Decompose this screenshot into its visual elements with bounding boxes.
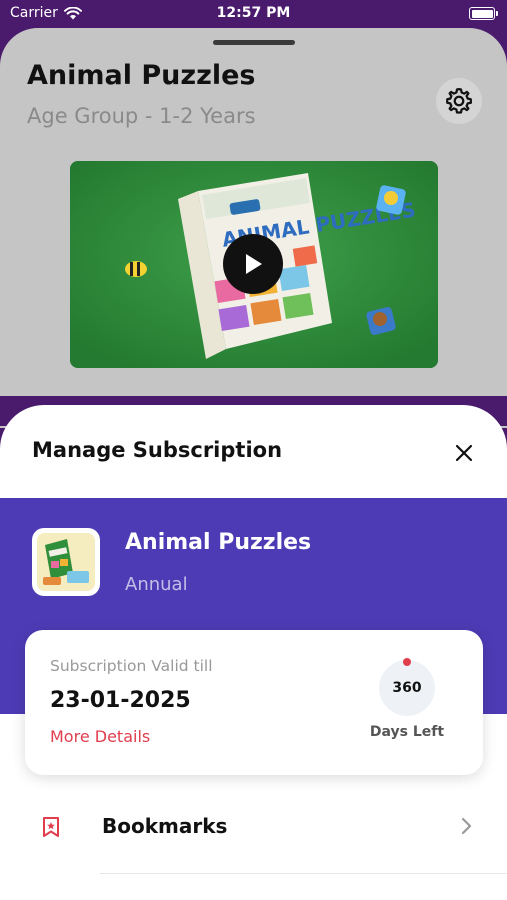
play-icon (246, 254, 262, 274)
subscription-validity-card: Subscription Valid till 23-01-2025 More … (25, 630, 483, 775)
close-icon (455, 444, 473, 462)
battery-icon (469, 7, 498, 20)
days-left-value: 360 (392, 680, 422, 696)
plan-name: Animal Puzzles (125, 530, 312, 555)
bookmark-icon (43, 817, 59, 837)
validity-date: 23-01-2025 (50, 688, 191, 713)
progress-dot (403, 658, 411, 666)
days-left-label: Days Left (369, 724, 445, 740)
product-video[interactable]: ANIMAL PUZZLES (70, 161, 438, 368)
more-details-link[interactable]: More Details (50, 727, 150, 746)
plan-period: Annual (125, 574, 188, 595)
status-time: 12:57 PM (216, 5, 291, 21)
gear-icon (446, 88, 472, 114)
plan-thumbnail-image (37, 533, 95, 591)
plan-thumbnail (32, 528, 100, 596)
close-button[interactable] (450, 439, 478, 467)
validity-label: Subscription Valid till (50, 657, 213, 675)
play-button[interactable] (223, 234, 283, 294)
product-title: Animal Puzzles (27, 60, 256, 91)
age-group-label: Age Group - 1-2 Years (27, 104, 256, 128)
manage-subscription-sheet: Manage Subscription Animal Puzzles Annua… (0, 405, 507, 900)
sheet-grabber[interactable] (213, 40, 295, 45)
sheet-title: Manage Subscription (32, 438, 283, 462)
menu-divider (100, 873, 507, 874)
status-bar: Carrier 12:57 PM (0, 0, 507, 28)
days-left-indicator: 360 (379, 658, 435, 716)
product-detail-screen: Animal Puzzles Age Group - 1-2 Years ANI… (0, 28, 507, 428)
chevron-right-icon (461, 817, 472, 835)
menu-item-bookmarks[interactable]: Bookmarks (0, 800, 507, 860)
settings-button[interactable] (436, 78, 482, 124)
menu-item-label: Bookmarks (102, 814, 228, 838)
